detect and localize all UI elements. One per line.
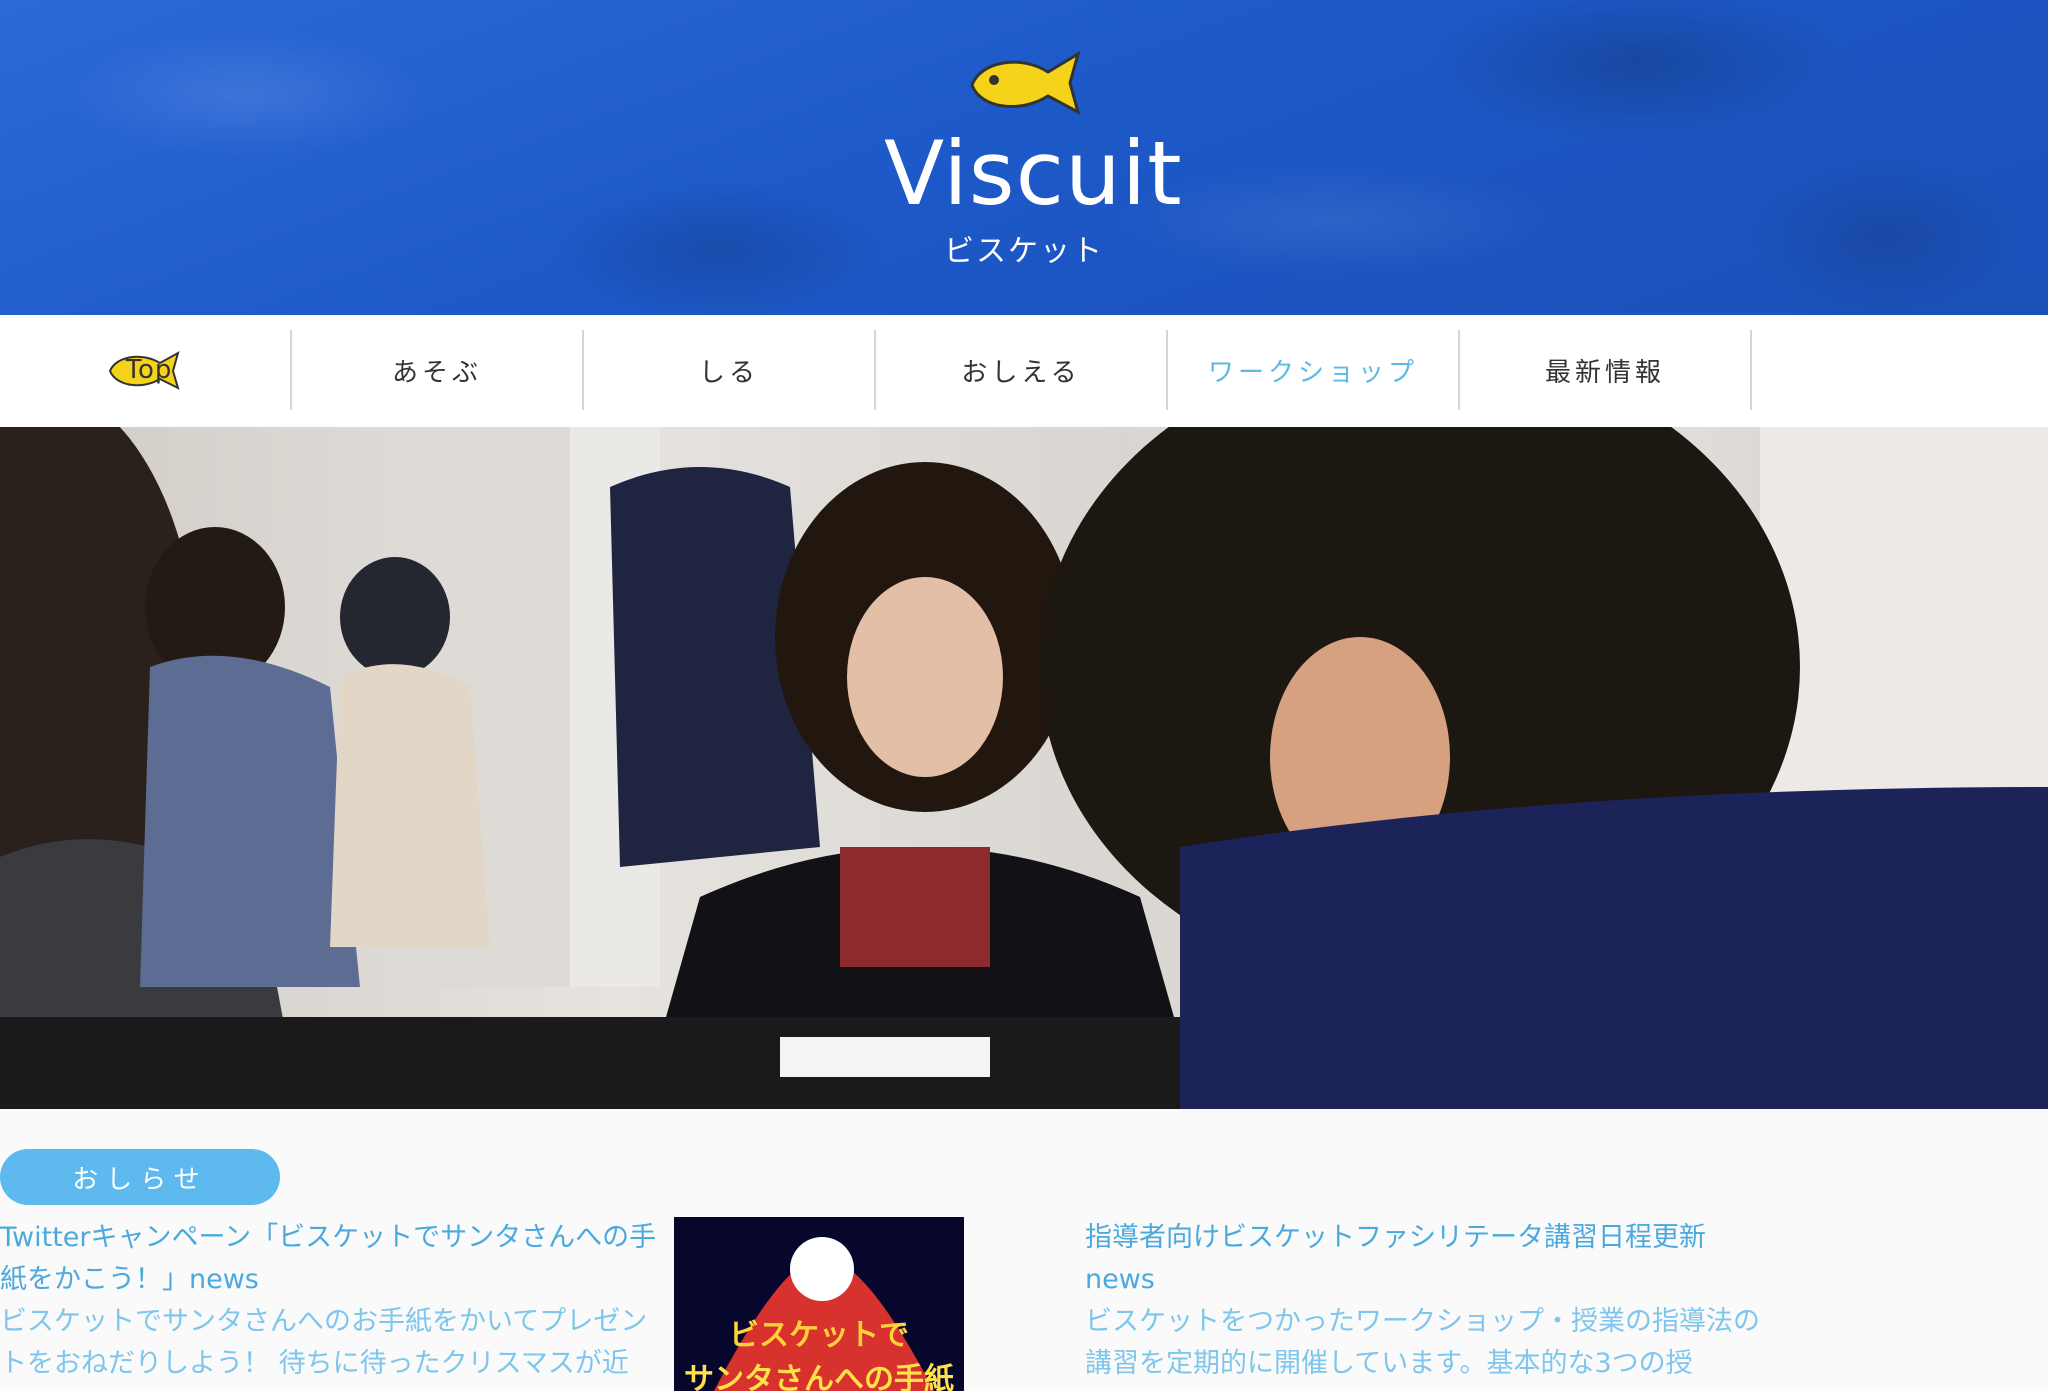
notice-badge: おしらせ: [0, 1149, 280, 1205]
fish-logo-icon: [970, 50, 1081, 115]
site-header: Viscuit ビスケット: [0, 0, 2048, 315]
news-excerpt-1: ビスケットでサンタさんへのお手紙をかいてプレゼントをおねだりしよう！ 待ちに待っ…: [0, 1306, 648, 1379]
thumb-text: ビスケットで: [729, 1318, 909, 1353]
nav-label-top: Top: [125, 355, 173, 385]
news-excerpt-2: ビスケットをつかったワークショップ・授業の指導法の講習を定期的に開催しています。…: [1085, 1306, 1760, 1379]
news-title-2[interactable]: 指導者向けビスケットファシリテータ講習日程更新 news: [1085, 1217, 1765, 1301]
santa-hat-illustration: ビスケットで サンタさんへの手紙: [674, 1217, 964, 1391]
news-title-1[interactable]: Twitterキャンペーン「ビスケットでサンタさんへの手紙をかこう！」news: [0, 1217, 660, 1301]
nav-item-teach[interactable]: おしえる: [876, 330, 1168, 410]
nav-item-top[interactable]: Top: [0, 330, 292, 410]
logo-title: Viscuit: [884, 122, 1183, 225]
logo-subtitle: ビスケット: [944, 234, 1104, 269]
svg-text:サンタさんへの手紙: サンタさんへの手紙: [684, 1362, 954, 1391]
hero-photo: [0, 427, 2048, 1109]
nav-item-news[interactable]: 最新情報: [1460, 330, 1752, 410]
site-logo[interactable]: Viscuit ビスケット: [884, 50, 1183, 270]
nav-item-play[interactable]: あそぶ: [292, 330, 584, 410]
nav-item-workshop[interactable]: ワークショップ: [1168, 330, 1460, 410]
main-nav: Top あそぶ しる おしえる ワークショップ 最新情報: [0, 315, 2048, 427]
news-thumbnail-1[interactable]: ビスケットで サンタさんへの手紙: [674, 1217, 964, 1391]
nav-item-learn[interactable]: しる: [584, 330, 876, 410]
hero-photo-illustration: [0, 427, 2048, 1109]
